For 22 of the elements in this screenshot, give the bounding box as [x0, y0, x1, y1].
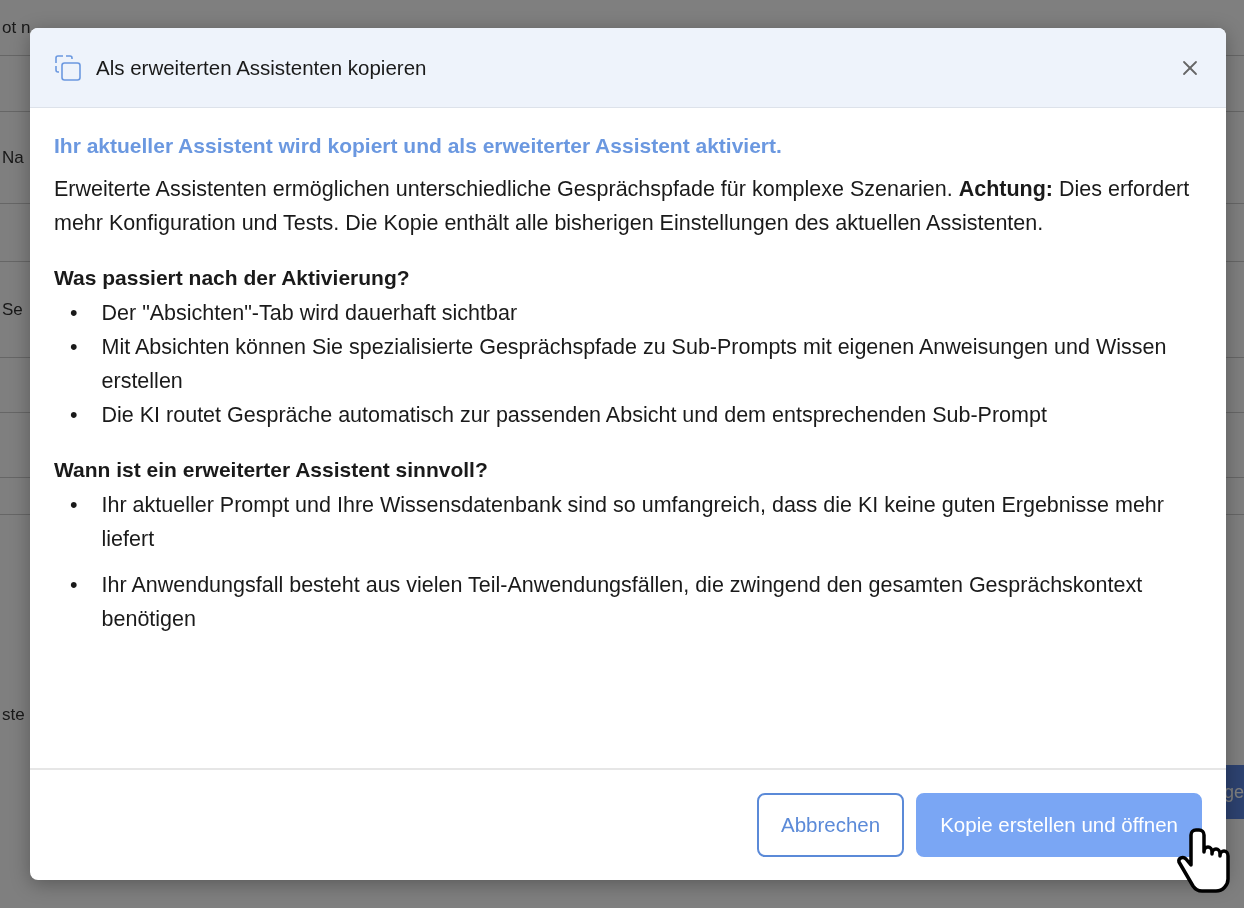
bullet-item: Der "Absichten"-Tab wird dauerhaft sichtbar [101, 300, 518, 327]
background-text: ot n [2, 17, 31, 38]
bullet-item: Die KI routet Gespräche automatisch zur passenden Absicht und dem entsprechenden Sub-Prompt [101, 402, 1047, 429]
create-copy-button[interactable]: Kopie erstellen und öffnen [916, 793, 1202, 857]
bullet-marker: • [70, 402, 78, 429]
bullet-marker: • [70, 300, 78, 327]
background-text: Se [2, 299, 23, 320]
lead-text: Ihr aktueller Assistent wird kopiert und als erweiterter Assistent aktiviert. [54, 134, 783, 158]
bullet-item: Ihr Anwendungsfall besteht aus vielen Teil-Anwendungsfällen, die zwingend den gesamten Gesprächskontext benötigen [101, 572, 1144, 633]
background-text: ste [2, 704, 25, 725]
intro-paragraph: Erweiterte Assistenten ermöglichen unterschiedliche Gesprächspfade für komplexe Szenarien. Achtung: Dies erfordert mehr Konfiguration und Tests. Die Kopie enthält alle bisherigen Einstellungen des aktuellen Assistenten. [54, 176, 1191, 237]
copy-icon [54, 53, 82, 82]
bullet-marker: • [70, 492, 78, 519]
section-heading: Wann ist ein erweiterter Assistent sinnvoll? [54, 458, 489, 482]
bullet-item: Mit Absichten können Sie spezialisierte Gesprächspfade zu Sub-Prompts mit eigenen Anweisungen und Wissen erstellen [101, 334, 1168, 395]
section-heading: Was passiert nach der Aktivierung? [54, 266, 411, 290]
cancel-button[interactable]: Abbrechen [757, 793, 905, 857]
bullet-marker: • [70, 572, 78, 599]
bullet-marker: • [70, 334, 78, 361]
bullet-item: Ihr aktueller Prompt und Ihre Wissensdatenbank sind so umfangreich, dass die KI keine guten Ergebnisse mehr liefert [101, 492, 1165, 553]
dialog-title: Als erweiterten Assistenten kopieren [96, 55, 428, 80]
background-text: Na [2, 147, 24, 168]
